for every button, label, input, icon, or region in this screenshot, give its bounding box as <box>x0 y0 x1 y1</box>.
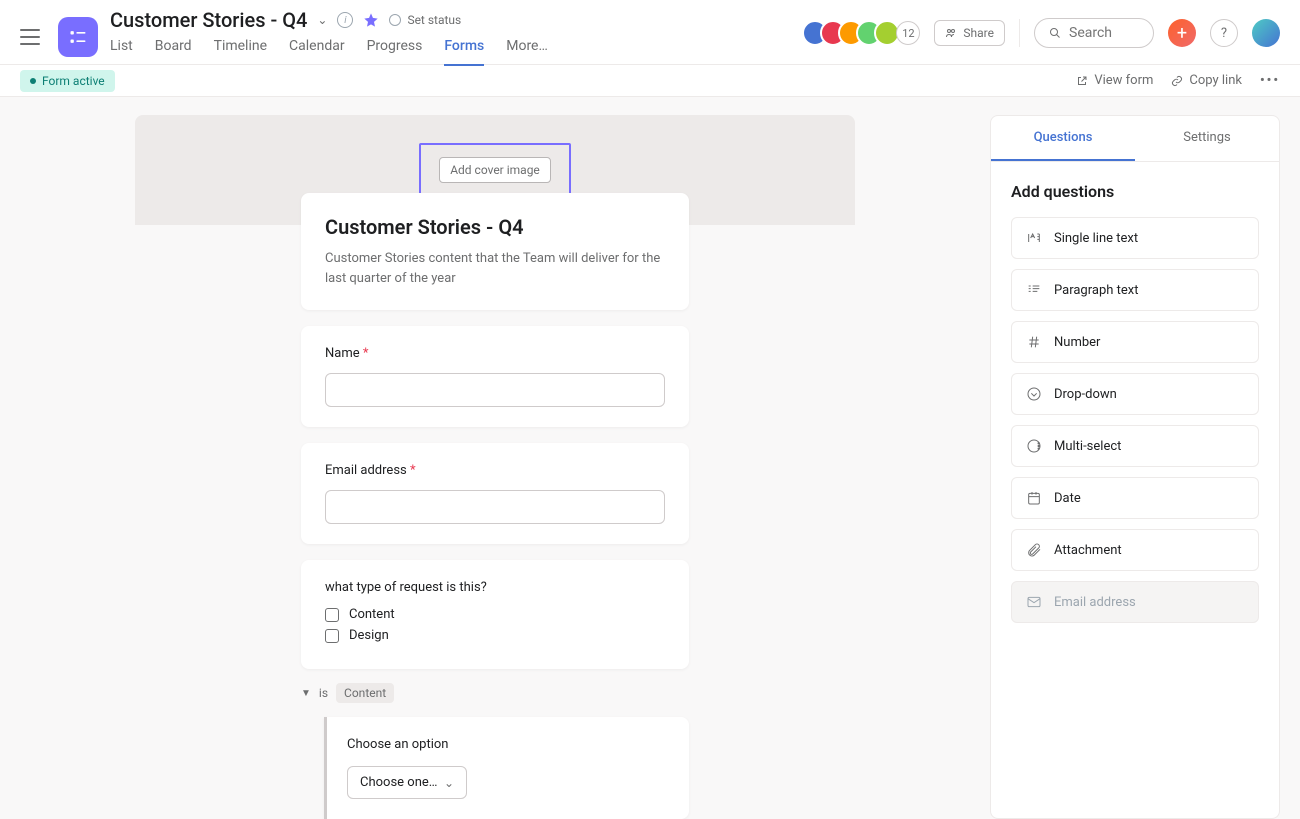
qtype-single-line[interactable]: Single line text <box>1011 217 1259 259</box>
chevron-down-icon[interactable]: ⌄ <box>317 13 327 27</box>
qtype-multiselect[interactable]: Multi-select <box>1011 425 1259 467</box>
star-icon[interactable] <box>363 12 379 28</box>
tab-progress[interactable]: Progress <box>367 38 423 66</box>
link-icon <box>1171 75 1183 87</box>
choose-one-select[interactable]: Choose one… ⌄ <box>347 766 467 799</box>
share-button[interactable]: Share <box>934 20 1005 46</box>
branch-tag: Content <box>336 683 394 703</box>
branch-question[interactable]: Choose an option Choose one… ⌄ <box>324 717 689 819</box>
tab-calendar[interactable]: Calendar <box>289 38 345 66</box>
form-description: Customer Stories content that the Team w… <box>325 249 665 288</box>
member-avatars[interactable]: 12 <box>810 20 920 46</box>
qtype-dropdown[interactable]: Drop-down <box>1011 373 1259 415</box>
questions-panel: Questions Settings Add questions Single … <box>990 115 1280 819</box>
form-active-badge: Form active <box>20 70 115 92</box>
member-count[interactable]: 12 <box>896 21 920 45</box>
tab-timeline[interactable]: Timeline <box>214 38 267 66</box>
view-form-button[interactable]: View form <box>1076 73 1153 88</box>
question-email[interactable]: Email address * <box>301 443 689 544</box>
chevron-down-icon: ⌄ <box>444 776 454 790</box>
checkbox-content[interactable]: Content <box>325 607 665 622</box>
help-button[interactable]: ? <box>1210 19 1238 47</box>
copy-link-button[interactable]: Copy link <box>1171 73 1242 88</box>
qtype-email: Email address <box>1011 581 1259 623</box>
search-box[interactable] <box>1034 18 1154 48</box>
email-input[interactable] <box>325 490 665 524</box>
tab-more[interactable]: More… <box>506 38 548 66</box>
info-icon[interactable]: i <box>337 12 353 28</box>
name-input[interactable] <box>325 373 665 407</box>
branch-condition[interactable]: ▼ is Content <box>301 683 689 703</box>
user-avatar[interactable] <box>1252 19 1280 47</box>
add-questions-heading: Add questions <box>1011 182 1259 201</box>
qtype-date[interactable]: Date <box>1011 477 1259 519</box>
external-link-icon <box>1076 75 1088 87</box>
question-name[interactable]: Name * <box>301 326 689 427</box>
add-button[interactable]: + <box>1168 19 1196 47</box>
checkbox-design[interactable]: Design <box>325 628 665 643</box>
form-title: Customer Stories - Q4 <box>325 215 665 239</box>
form-header-card[interactable]: Customer Stories - Q4 Customer Stories c… <box>301 193 689 310</box>
menu-icon[interactable] <box>20 29 40 45</box>
project-title[interactable]: Customer Stories - Q4 <box>110 8 307 32</box>
tab-board[interactable]: Board <box>155 38 192 66</box>
share-label: Share <box>963 26 994 40</box>
question-request-type[interactable]: what type of request is this? Content De… <box>301 560 689 669</box>
tab-forms[interactable]: Forms <box>444 38 484 66</box>
sidepanel-tab-questions[interactable]: Questions <box>991 116 1135 161</box>
triangle-down-icon: ▼ <box>301 688 311 699</box>
divider <box>1019 19 1020 47</box>
search-input[interactable] <box>1069 25 1139 41</box>
sidepanel-tab-settings[interactable]: Settings <box>1135 116 1279 161</box>
project-icon <box>58 17 98 57</box>
qtype-paragraph[interactable]: Paragraph text <box>1011 269 1259 311</box>
add-cover-image-button[interactable]: Add cover image <box>439 157 551 183</box>
search-icon <box>1049 26 1061 40</box>
more-actions-button[interactable]: ••• <box>1260 73 1280 88</box>
qtype-number[interactable]: Number <box>1011 321 1259 363</box>
set-status-button[interactable]: Set status <box>389 13 461 27</box>
tab-list[interactable]: List <box>110 38 133 66</box>
qtype-attachment[interactable]: Attachment <box>1011 529 1259 571</box>
